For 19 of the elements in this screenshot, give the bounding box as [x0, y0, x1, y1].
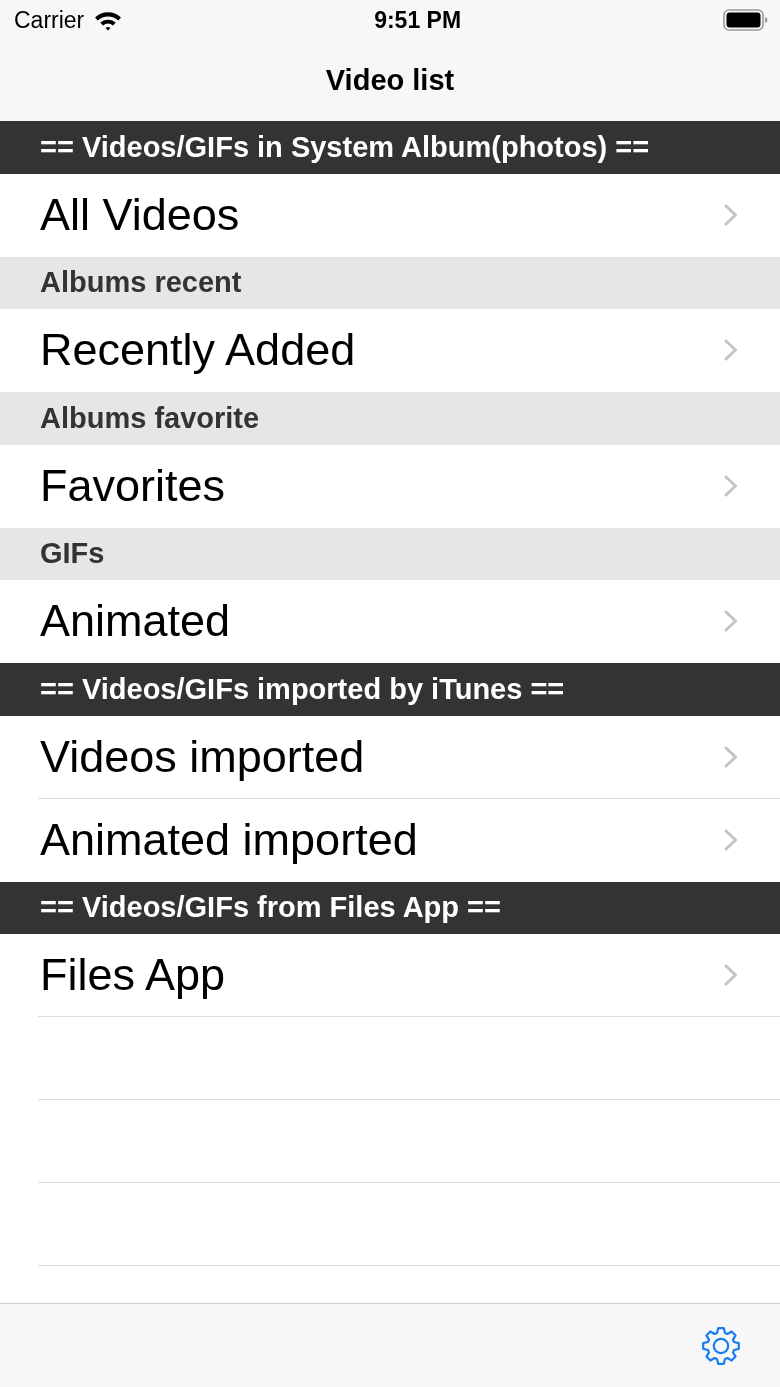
chevron-icon	[724, 474, 738, 497]
chevron-icon	[724, 745, 738, 768]
section-header: == Videos/GIFs from Files App ==	[0, 881, 780, 934]
section-header: Albums recent	[0, 256, 780, 309]
status-time: 9:51 PM	[374, 6, 463, 34]
chevron-icon	[724, 610, 738, 632]
chevron-icon	[724, 828, 738, 851]
chevron-icon	[724, 339, 738, 361]
section-header: Albums favorite	[0, 392, 780, 445]
section-header: GIFs	[0, 527, 780, 580]
settings-icon[interactable]	[700, 1324, 742, 1367]
carrier-name: Carrier	[14, 6, 85, 34]
battery-icon	[723, 9, 768, 31]
wifi-icon	[94, 9, 123, 31]
chevron-icon	[724, 964, 738, 986]
chevron-icon	[724, 203, 738, 226]
section-header: == Videos/GIFs in System Album(photos) ==	[0, 121, 780, 174]
navigation-title: Video list	[325, 64, 455, 97]
section-header: == Videos/GIFs imported by iTunes ==	[0, 663, 780, 716]
